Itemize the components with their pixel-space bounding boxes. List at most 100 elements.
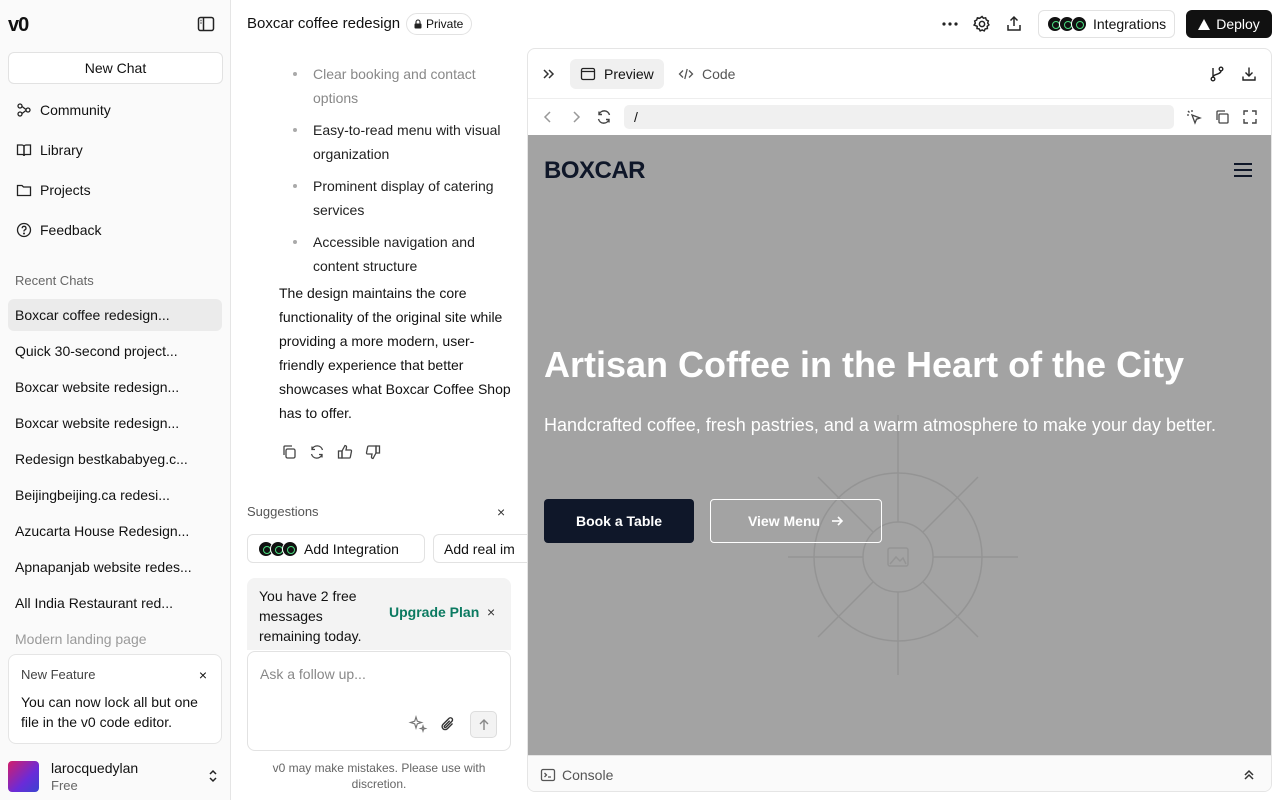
triangle-icon xyxy=(1198,18,1211,30)
nav-projects[interactable]: Projects xyxy=(8,174,223,206)
browser-icon xyxy=(580,67,596,81)
browser-bar: / xyxy=(528,100,1271,134)
recent-chat-item[interactable]: Boxcar website redesign... xyxy=(8,371,222,403)
preview-panel: Preview Code / BOXCAR Artisan Coffee in … xyxy=(527,48,1272,792)
select-element-icon[interactable] xyxy=(1186,109,1202,125)
send-button[interactable] xyxy=(470,711,497,738)
nav-library-label: Library xyxy=(40,142,83,158)
message-paragraph: The design maintains the core functional… xyxy=(279,285,511,421)
list-item: Accessible navigation and content struct… xyxy=(293,230,513,278)
sparkle-icon[interactable] xyxy=(408,714,428,734)
lock-icon xyxy=(414,19,422,29)
fullscreen-icon[interactable] xyxy=(1242,109,1258,125)
hero-subtitle: Handcrafted coffee, fresh pastries, and … xyxy=(544,415,1217,435)
deploy-button[interactable]: Deploy xyxy=(1186,10,1272,38)
message-actions xyxy=(281,444,381,460)
recent-chat-item[interactable]: Redesign bestkababyeg.c... xyxy=(8,443,222,475)
arrow-right-icon xyxy=(832,516,844,526)
book-table-button[interactable]: Book a Table xyxy=(544,499,694,543)
sidebar: v0 New Chat Community Library Projects F… xyxy=(0,0,231,800)
v0-logo[interactable]: v0 xyxy=(8,14,29,37)
tab-preview[interactable]: Preview xyxy=(570,59,664,89)
community-icon xyxy=(17,103,31,117)
new-chat-button[interactable]: New Chat xyxy=(8,52,223,84)
list-item: Clear booking and contact options xyxy=(293,62,513,110)
chevrons-right-icon[interactable] xyxy=(540,65,558,83)
message-composer xyxy=(247,651,511,751)
avatar xyxy=(8,760,39,792)
recent-chat-item[interactable]: Azucarta House Redesign... xyxy=(8,515,222,547)
nav-community-label: Community xyxy=(40,102,111,118)
paperclip-icon[interactable] xyxy=(438,714,458,734)
recent-chat-item[interactable]: Apnapanjab website redes... xyxy=(8,551,222,583)
suggestion-chip-add-real-images[interactable]: Add real im xyxy=(433,534,527,563)
tab-code-label: Code xyxy=(702,66,736,82)
duplicate-icon[interactable] xyxy=(1214,109,1230,125)
copy-icon[interactable] xyxy=(281,444,297,460)
site-preview: BOXCAR Artisan Coffee in the Heart of th… xyxy=(528,135,1271,755)
private-badge[interactable]: Private xyxy=(406,13,473,35)
integration-logos-icon xyxy=(258,540,298,557)
thumbs-up-icon[interactable] xyxy=(337,444,353,460)
recent-chats-header: Recent Chats xyxy=(15,273,94,288)
disclaimer-text: v0 may make mistakes. Please use with di… xyxy=(272,761,486,791)
site-logo[interactable]: BOXCAR xyxy=(544,157,646,185)
recent-chat-item[interactable]: Beijingbeijing.ca redesi... xyxy=(8,479,222,511)
chip-label: Add real im xyxy=(444,540,515,557)
console-label: Console xyxy=(562,767,614,783)
list-item: Easy-to-read menu with visual organizati… xyxy=(293,118,513,166)
chip-label: Add Integration xyxy=(304,540,399,557)
suggestion-chip-add-integration[interactable]: Add Integration xyxy=(247,534,425,563)
upgrade-plan-link[interactable]: Upgrade Plan xyxy=(389,604,479,620)
deploy-label: Deploy xyxy=(1216,16,1260,32)
book-icon xyxy=(16,144,32,157)
feature-close-button[interactable]: × xyxy=(199,667,207,683)
suggestions-close-button[interactable]: × xyxy=(497,504,505,520)
user-menu[interactable]: larocquedylan Free xyxy=(8,758,223,794)
nav-library[interactable]: Library xyxy=(8,134,223,166)
reload-icon[interactable] xyxy=(596,109,612,125)
notice-close-button[interactable]: × xyxy=(487,604,495,620)
tab-preview-label: Preview xyxy=(604,66,654,82)
hero-title: Artisan Coffee in the Heart of the City xyxy=(544,344,1185,385)
share-icon[interactable] xyxy=(1004,14,1024,34)
console-bar[interactable]: Console xyxy=(528,755,1271,791)
code-icon xyxy=(678,68,694,80)
recent-chat-item[interactable]: Modern landing page xyxy=(8,623,222,655)
recent-chat-item[interactable]: Boxcar coffee redesign... xyxy=(8,299,222,331)
chevron-updown-icon xyxy=(209,769,217,783)
gear-icon[interactable] xyxy=(972,14,992,34)
download-icon[interactable] xyxy=(1240,65,1258,83)
chevrons-up-icon[interactable] xyxy=(1241,767,1257,783)
recent-chat-item[interactable]: Quick 30-second project... xyxy=(8,335,222,367)
refresh-icon[interactable] xyxy=(309,444,325,460)
new-feature-card: New Feature × You can now lock all but o… xyxy=(8,654,222,744)
nav-feedback[interactable]: Feedback xyxy=(8,214,223,246)
nav-feedback-label: Feedback xyxy=(40,222,102,238)
nav-community[interactable]: Community xyxy=(8,94,223,126)
forward-icon[interactable] xyxy=(568,109,584,125)
integrations-button[interactable]: Integrations xyxy=(1038,10,1176,38)
follow-up-input[interactable] xyxy=(260,666,500,682)
url-input[interactable]: / xyxy=(624,105,1174,129)
feature-title: New Feature xyxy=(21,667,96,682)
list-item: Prominent display of catering services xyxy=(293,174,513,222)
arrow-up-icon xyxy=(479,718,488,730)
top-bar: Boxcar coffee redesign Private Integrati… xyxy=(231,0,1280,48)
thumbs-down-icon[interactable] xyxy=(365,444,381,460)
recent-chat-item[interactable]: All India Restaurant red... xyxy=(8,587,222,619)
recent-chat-item[interactable]: Boxcar website redesign... xyxy=(8,407,222,439)
project-title[interactable]: Boxcar coffee redesign xyxy=(247,15,400,32)
tab-code[interactable]: Code xyxy=(668,59,745,89)
user-name: larocquedylan xyxy=(51,759,139,776)
help-circle-icon xyxy=(16,222,32,238)
more-icon[interactable] xyxy=(940,14,960,34)
git-branch-icon[interactable] xyxy=(1208,65,1226,83)
hamburger-menu-icon[interactable] xyxy=(1233,161,1253,179)
chat-panel: Clear booking and contact options Easy-t… xyxy=(231,48,527,800)
integrations-label: Integrations xyxy=(1093,16,1167,32)
view-menu-button[interactable]: View Menu xyxy=(710,499,882,543)
view-menu-label: View Menu xyxy=(747,513,821,529)
toggle-sidebar-icon[interactable] xyxy=(196,14,216,34)
back-icon[interactable] xyxy=(540,109,556,125)
